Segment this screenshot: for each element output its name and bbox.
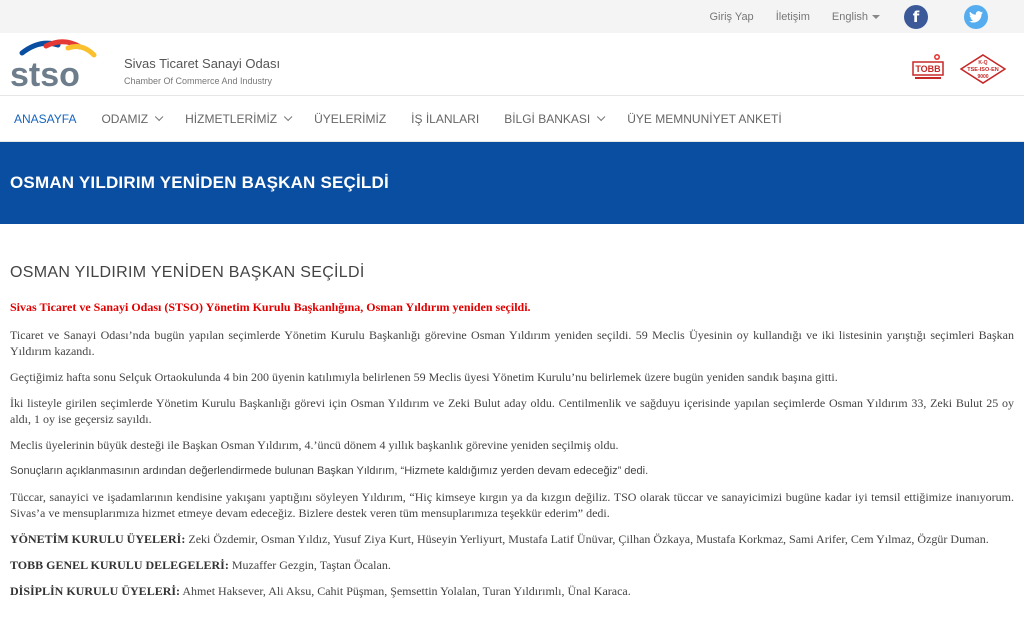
svg-text:9000: 9000 — [977, 74, 988, 80]
article-paragraph: Geçtiğimiz hafta sonu Selçuk Ortaokulund… — [10, 370, 838, 384]
article-paragraph: İki listeyle girilen seçimlerde Yönetim … — [10, 396, 1014, 426]
page-title: OSMAN YILDIRIM YENİDEN BAŞKAN SEÇİLDİ — [10, 173, 389, 192]
news-article: OSMAN YILDIRIM YENİDEN BAŞKAN SEÇİLDİ Si… — [0, 264, 1024, 599]
nav-item-label: ÜYE MEMNUNİYET ANKETİ — [627, 111, 782, 126]
nav-item-label: BİLGİ BANKASI — [504, 111, 591, 126]
top-utility-bar: Giriş Yap İletişim English f — [0, 0, 1024, 33]
language-label: English — [831, 10, 868, 23]
nav-item-label: HİZMETLERİMİZ — [185, 111, 278, 126]
svg-text:K-Q: K-Q — [978, 60, 987, 66]
nav-item-label: ODAMIZ — [101, 111, 149, 126]
tobb-logo: TOBB — [912, 54, 944, 79]
tse-logo: K-Q TSE-ISO-EN 9000 — [959, 54, 1007, 84]
stso-logo[interactable]: stso — [8, 37, 102, 94]
tobb-delegates-label: TOBB GENEL KURULU DELEGELERİ: — [10, 558, 229, 572]
nav-item-anasayfa[interactable]: ANASAYFA — [14, 112, 76, 126]
board-members-list: Zeki Özdemir, Osman Yıldız, Yusuf Ziya K… — [185, 532, 989, 546]
caret-down-icon — [872, 14, 880, 19]
chevron-down-icon — [155, 112, 164, 121]
nav-item-uyelerimiz[interactable]: ÜYELERİMİZ — [314, 112, 386, 126]
language-selector[interactable]: English — [832, 11, 880, 23]
nav-item-is-ilanlari[interactable]: İŞ İLANLARI — [411, 112, 479, 126]
top-links: Giriş Yap İletişim English f — [709, 0, 1024, 33]
svg-text:TSE-ISO-EN: TSE-ISO-EN — [967, 67, 999, 73]
nav-item-label: İŞ İLANLARI — [411, 111, 480, 126]
tobb-delegates-paragraph: TOBB GENEL KURULU DELEGELERİ: Muzaffer G… — [10, 557, 1014, 573]
nav-item-label: ÜYELERİMİZ — [314, 111, 387, 126]
nav-item-label: ANASAYFA — [14, 111, 77, 126]
discipline-board-label: DİSİPLİN KURULU ÜYELERİ: — [10, 584, 181, 598]
svg-text:TOBB: TOBB — [915, 64, 941, 74]
article-heading: OSMAN YILDIRIM YENİDEN BAŞKAN SEÇİLDİ — [10, 264, 365, 281]
site-header: stso Sivas Ticaret Sanayi Odası Chamber … — [0, 33, 1024, 96]
discipline-board-paragraph: DİSİPLİN KURULU ÜYELERİ: Ahmet Haksever,… — [10, 583, 1014, 599]
organization-name-block: Sivas Ticaret Sanayi Odası Chamber Of Co… — [124, 56, 280, 86]
discipline-board-list: Ahmet Haksever, Ali Aksu, Cahit Püşman, … — [180, 584, 631, 598]
facebook-icon[interactable]: f — [904, 4, 928, 29]
article-paragraph: Sonuçların açıklanmasının ardından değer… — [10, 465, 649, 477]
article-lead: Sivas Ticaret ve Sanayi Odası (STSO) Yön… — [10, 300, 531, 314]
tobb-delegates-list: Muzaffer Gezgin, Taştan Öcalan. — [228, 558, 391, 572]
twitter-bird-glyph — [969, 10, 983, 23]
stso-logo-graphic: stso — [10, 39, 97, 94]
organization-subtitle: Chamber Of Commerce And Industry — [124, 76, 273, 86]
nav-item-uye-memnuniyet-anketi[interactable]: ÜYE MEMNUNİYET ANKETİ — [627, 112, 781, 126]
article-paragraph: Tüccar, sanayici ve işadamlarının kendis… — [10, 490, 1014, 520]
article-paragraph: Meclis üyelerinin büyük desteği ile Başk… — [10, 438, 619, 452]
contact-link[interactable]: İletişim — [776, 11, 810, 23]
chevron-down-icon — [597, 112, 606, 121]
nav-item-odamiz[interactable]: ODAMIZ — [101, 111, 164, 126]
main-navigation: ANASAYFA ODAMIZ HİZMETLERİMİZ ÜYELERİMİZ… — [0, 96, 1024, 142]
login-link[interactable]: Giriş Yap — [709, 11, 753, 23]
article-paragraph: Ticaret ve Sanayi Odası’nda bugün yapıla… — [10, 328, 1014, 358]
chevron-down-icon — [284, 112, 293, 121]
page-title-banner: OSMAN YILDIRIM YENİDEN BAŞKAN SEÇİLDİ — [0, 142, 1024, 224]
nav-item-hizmetlerimiz[interactable]: HİZMETLERİMİZ — [185, 111, 293, 126]
svg-text:stso: stso — [10, 56, 80, 93]
tobb-badge: TOBB — [912, 53, 944, 83]
board-members-paragraph: YÖNETİM KURULU ÜYELERİ: Zeki Özdemir, Os… — [10, 531, 1014, 547]
board-members-label: YÖNETİM KURULU ÜYELERİ: — [10, 532, 186, 546]
tse-iso-badge: K-Q TSE-ISO-EN 9000 — [959, 54, 1007, 84]
nav-item-bilgi-bankasi[interactable]: BİLGİ BANKASI — [504, 111, 606, 126]
organization-name: Sivas Ticaret Sanayi Odası — [124, 56, 281, 71]
twitter-icon[interactable] — [964, 4, 988, 29]
